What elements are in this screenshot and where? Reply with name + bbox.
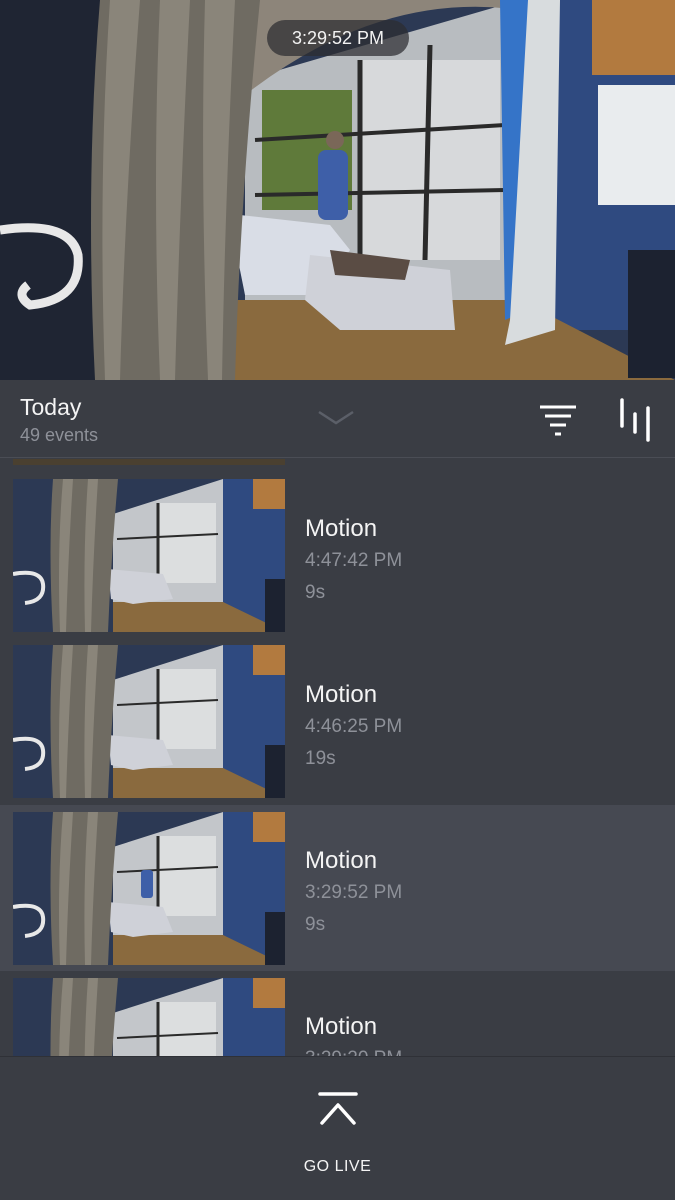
timeline-icon[interactable] — [612, 398, 658, 442]
event-thumbnail-partial — [13, 459, 285, 465]
event-list[interactable]: Motion 4:47:42 PM 9s Motion 4:46:25 PM 1… — [0, 459, 675, 1056]
event-duration: 9s — [305, 914, 326, 935]
camera-feed-image — [0, 0, 675, 380]
chevron-down-icon[interactable] — [316, 406, 356, 430]
event-time: 4:47:42 PM — [305, 550, 403, 571]
event-type: Motion — [305, 515, 378, 542]
event-thumbnail — [13, 978, 285, 1056]
event-duration: 19s — [305, 748, 336, 769]
event-thumbnail — [13, 812, 285, 965]
feed-timestamp: 3:29:52 PM — [267, 20, 409, 56]
camera-feed[interactable]: 3:29:52 PM — [0, 0, 675, 380]
event-list-item[interactable]: Motion 3:29:20 PM — [0, 971, 675, 1056]
event-type: Motion — [305, 681, 378, 708]
event-duration: 9s — [305, 582, 326, 603]
event-thumbnail — [13, 645, 285, 798]
event-type: Motion — [305, 1013, 378, 1040]
go-live-bar[interactable]: GO LIVE — [0, 1056, 675, 1200]
event-type: Motion — [305, 847, 378, 874]
event-thumbnail — [13, 479, 285, 632]
go-live-button[interactable]: GO LIVE — [0, 1158, 675, 1176]
event-list-item-selected[interactable]: Motion 3:29:52 PM 9s — [0, 805, 675, 971]
event-time: 3:29:20 PM — [305, 1048, 402, 1056]
event-time: 4:46:25 PM — [305, 716, 403, 737]
go-live-arrow-icon[interactable] — [318, 1091, 358, 1131]
day-title: Today — [20, 394, 82, 420]
event-list-item[interactable]: Motion 4:46:25 PM 19s — [0, 639, 675, 805]
event-time: 3:29:52 PM — [305, 882, 403, 903]
filter-icon[interactable] — [536, 402, 580, 438]
event-count: 49 events — [20, 425, 99, 445]
event-list-item[interactable]: Motion 4:47:42 PM 9s — [0, 473, 675, 639]
